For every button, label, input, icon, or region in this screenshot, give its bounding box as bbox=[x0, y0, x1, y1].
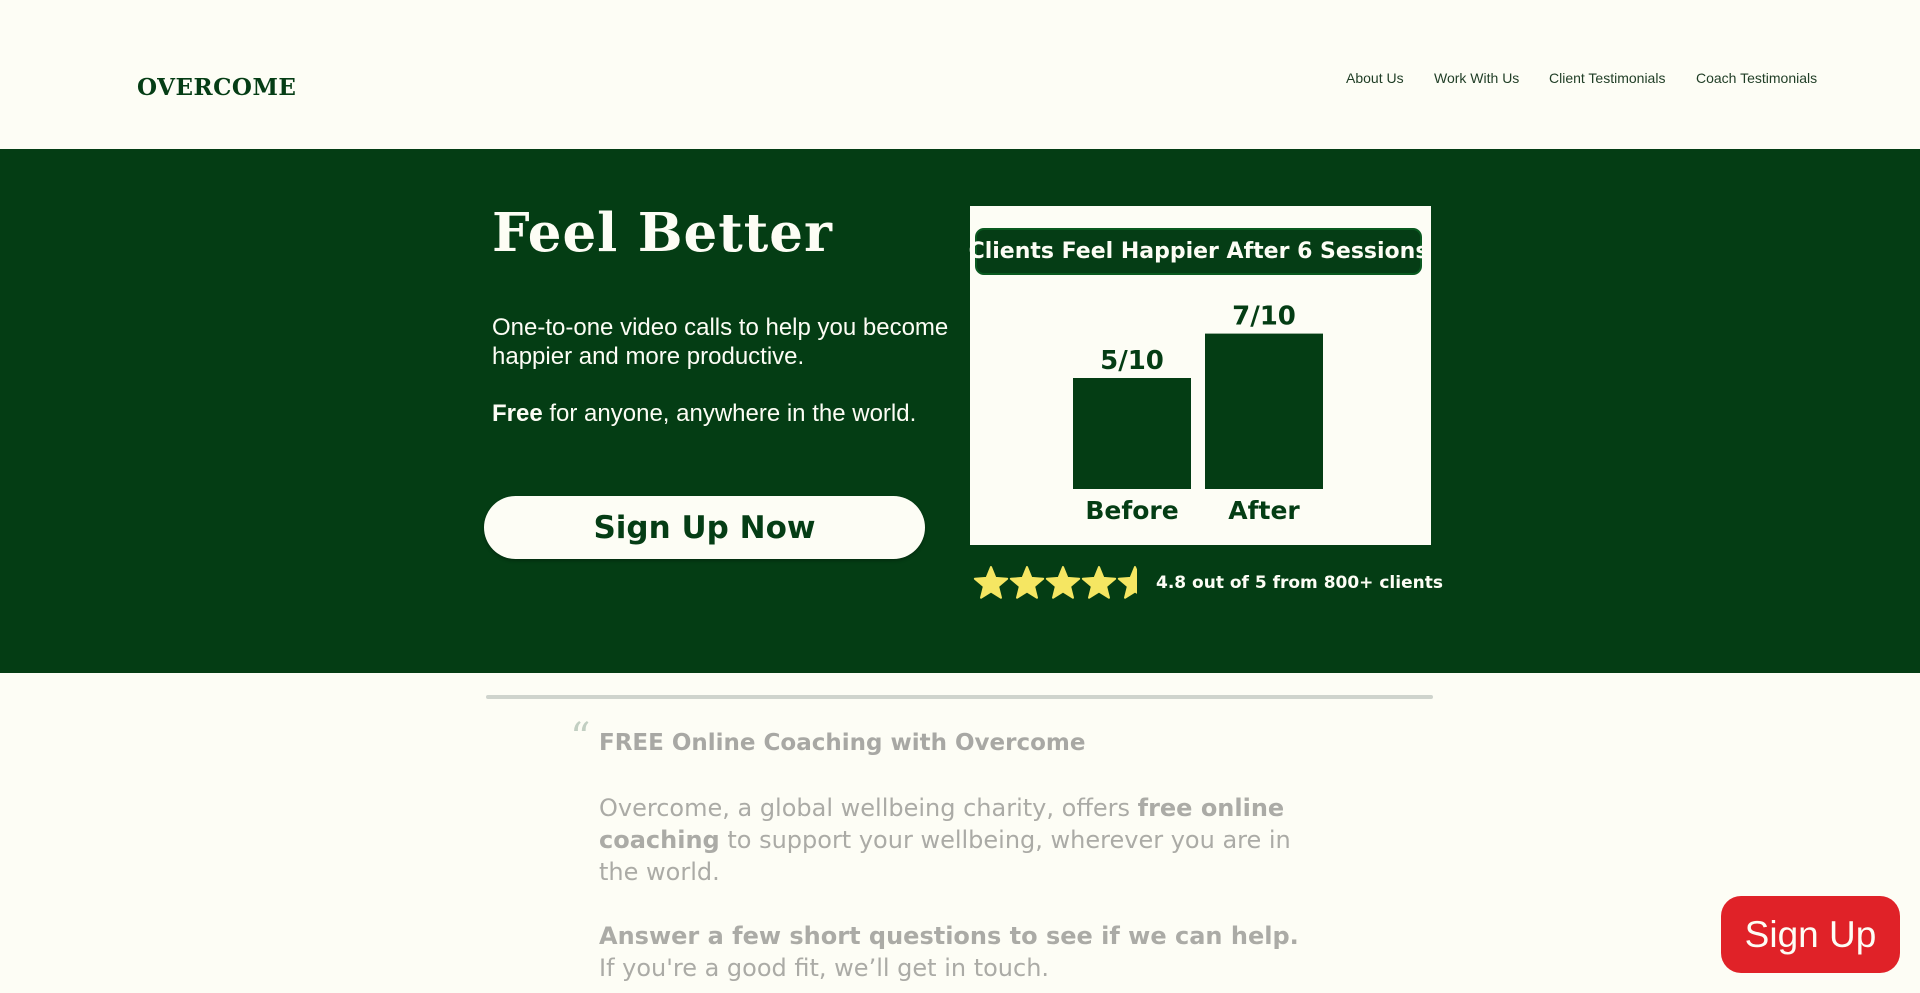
chart-data-label-before: 5/10 bbox=[1100, 346, 1164, 376]
nav-about-us[interactable]: About Us bbox=[1346, 70, 1404, 86]
intro-paragraph-2: Answer a few short questions to see if w… bbox=[599, 920, 1299, 984]
free-rest: for anyone, anywhere in the world. bbox=[542, 400, 917, 427]
intro-p2-bold: Answer a few short questions to see if w… bbox=[599, 922, 1299, 950]
chart-bar-after bbox=[1205, 333, 1323, 489]
star-icon bbox=[1117, 566, 1137, 599]
intro-paragraph-1: Overcome, a global wellbeing charity, of… bbox=[599, 792, 1299, 888]
chart-data-label-after: 7/10 bbox=[1232, 302, 1296, 332]
sign-up-now-button[interactable]: Sign Up Now bbox=[484, 496, 925, 559]
hero-free-line: Free for anyone, anywhere in the world. bbox=[492, 400, 916, 428]
star-icon bbox=[1009, 566, 1045, 599]
chart-category-after: After bbox=[1228, 496, 1300, 525]
star-icon bbox=[1081, 566, 1117, 599]
logo[interactable]: OVERCOME bbox=[137, 74, 296, 101]
intro-title: FREE Online Coaching with Overcome bbox=[599, 730, 1086, 756]
intro-p2-text: If you're a good fit, we’ll get in touch… bbox=[599, 954, 1050, 982]
hero-description: One-to-one video calls to help you becom… bbox=[492, 314, 949, 370]
star-icon bbox=[973, 566, 1009, 599]
intro-p1-text: Overcome, a global wellbeing charity, of… bbox=[599, 794, 1138, 822]
star-icon bbox=[1045, 566, 1081, 599]
happiness-chart: Clients Feel Happier After 6 Sessions 5/… bbox=[969, 206, 1431, 545]
nav-coach-testimonials[interactable]: Coach Testimonials bbox=[1696, 70, 1817, 86]
free-highlight: Free bbox=[492, 400, 543, 427]
hero-title: Feel Better bbox=[492, 202, 833, 264]
rating-stars-icon bbox=[973, 566, 1137, 599]
hero-section: Feel Better One-to-one video calls to he… bbox=[0, 149, 1920, 673]
nav-client-testimonials[interactable]: Client Testimonials bbox=[1549, 70, 1665, 86]
quote-icon: “ bbox=[570, 715, 591, 761]
chart-category-before: Before bbox=[1085, 496, 1178, 525]
rating-text: 4.8 out of 5 from 800+ clients bbox=[1156, 573, 1443, 593]
chart-plot: 5/10 Before 7/10 After bbox=[1073, 302, 1323, 525]
floating-sign-up-button[interactable]: Sign Up bbox=[1721, 896, 1900, 973]
site-header: OVERCOME About Us Work With Us Client Te… bbox=[0, 0, 1920, 149]
nav-work-with-us[interactable]: Work With Us bbox=[1434, 70, 1519, 86]
section-divider bbox=[486, 695, 1433, 699]
chart-bar-before bbox=[1073, 378, 1191, 489]
